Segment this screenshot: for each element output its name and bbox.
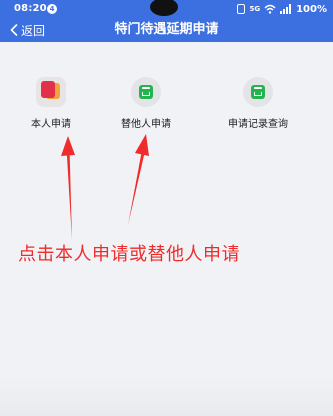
battery-level: 100%: [296, 3, 327, 15]
records-query-icon: [243, 77, 273, 107]
menu-grid: 本人申请 替他人申请 申请记录查询: [0, 42, 333, 152]
menu-item-label: 本人申请: [31, 119, 71, 130]
screen-bottom: [0, 376, 333, 416]
instruction-text: 点击本人申请或替他人申请: [18, 244, 240, 265]
page-title: 特门待遇延期申请: [114, 22, 219, 37]
menu-item-label: 申请记录查询: [228, 119, 288, 130]
chevron-left-icon: [10, 24, 18, 36]
status-bar: 08:20 4 5G 100%: [0, 0, 333, 18]
camera-notch: [150, 0, 178, 16]
wifi-icon: [264, 4, 276, 14]
title-bar: 返回 特门待遇延期申请: [0, 18, 333, 42]
back-label: 返回: [21, 23, 46, 38]
back-button[interactable]: 返回: [10, 18, 45, 42]
network-icon: 5G: [249, 4, 261, 13]
menu-item-self-apply[interactable]: 本人申请: [11, 77, 91, 130]
signal-icon: [280, 4, 292, 14]
status-icons: 5G 100%: [237, 2, 327, 16]
menu-item-label: 替他人申请: [121, 119, 171, 130]
menu-item-records-query[interactable]: 申请记录查询: [218, 77, 298, 130]
nfc-icon: [237, 4, 246, 14]
apply-for-others-icon: [131, 77, 161, 107]
menu-item-apply-for-others[interactable]: 替他人申请: [106, 77, 186, 130]
status-time: 08:20: [14, 3, 47, 14]
notification-badge: 4: [47, 4, 57, 14]
self-apply-icon: [36, 77, 66, 107]
